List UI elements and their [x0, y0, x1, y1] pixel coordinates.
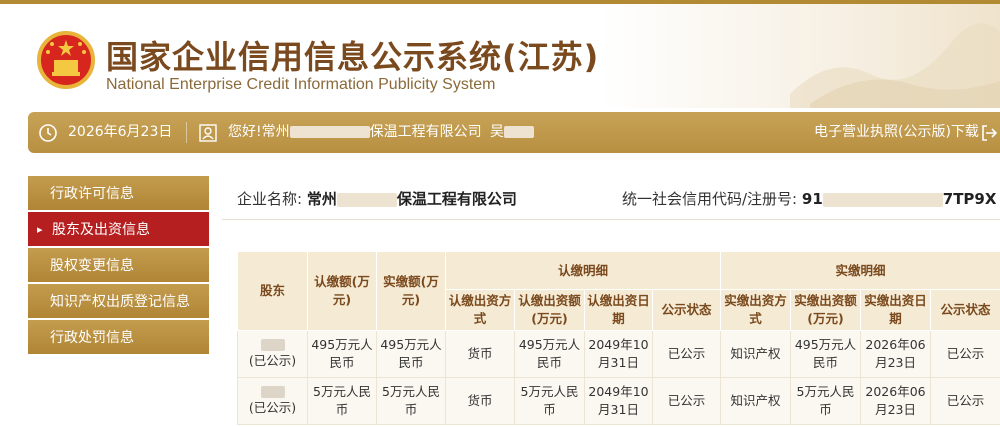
divider [222, 219, 1000, 220]
table-cell: 货币 [445, 330, 515, 378]
table-cell: 知识产权 [720, 377, 792, 425]
sidebar-nav: 行政许可信息 ▸ 股东及出资信息 股权变更信息 知识产权出质登记信息 行政处罚信… [28, 176, 209, 356]
sidebar-item-equity-change[interactable]: 股权变更信息 [28, 248, 209, 284]
col-header-sub-amount: 认缴出资额(万元) [514, 289, 585, 331]
site-title: 国家企业信用信息公示系统(江苏) [106, 38, 600, 76]
sidebar-item-admin-penalty[interactable]: 行政处罚信息 [28, 320, 209, 356]
group-header-sub-detail: 认缴明细 [444, 251, 722, 290]
redacted-text [822, 192, 943, 207]
sidebar-item-label: 股权变更信息 [50, 258, 134, 274]
shareholder-status-note: (已公示) [248, 399, 297, 415]
shareholder-cell: (已公示) [237, 330, 308, 378]
national-emblem-icon [37, 31, 95, 89]
sidebar-item-label: 行政许可信息 [50, 186, 134, 202]
shareholder-table: 股东 认缴额(万元) 实缴额(万元) 认缴明细 实缴明细 认缴出资方式 认缴出资… [237, 251, 1000, 425]
col-header-paid-amount: 实缴出资额(万元) [790, 289, 862, 331]
col-header-paid-date: 实缴出资日期 [860, 289, 932, 331]
col-header-subscribed: 认缴额(万元) [307, 251, 377, 331]
table-row: (已公示) 495万元人民币 495万元人民币 货币 495万元人民币 2049… [237, 330, 1000, 378]
credit-code-prefix: 91 [801, 190, 823, 208]
table-cell: 货币 [445, 377, 515, 425]
company-name-prefix: 常州 [306, 190, 337, 208]
sidebar-item-admin-license[interactable]: 行政许可信息 [28, 176, 209, 212]
table-cell: 已公示 [651, 330, 722, 378]
table-cell: 已公示 [930, 377, 1000, 425]
col-header-paid: 实缴额(万元) [376, 251, 446, 331]
user-extra-text: 吴 [490, 124, 504, 140]
company-name-line: 企业名称: 常州 保温工程有限公司 [237, 188, 517, 209]
site-header: 国家企业信用信息公示系统(江苏) National Enterprise Cre… [0, 4, 1000, 108]
table-cell: 已公示 [651, 377, 722, 425]
shareholder-status-note: (已公示) [248, 352, 297, 368]
table-cell: 2049年10月31日 [584, 377, 653, 425]
group-header-paid-detail: 实缴明细 [720, 251, 1000, 290]
great-wall-decoration [790, 23, 1000, 108]
user-greeting: 您好!常州 保温工程有限公司 [228, 112, 482, 153]
col-header-paid-status: 公示状态 [930, 289, 1000, 331]
sidebar-item-label: 股东及出资信息 [52, 222, 150, 238]
col-header-sub-method: 认缴出资方式 [445, 289, 515, 331]
table-cell: 495万元人民币 [307, 330, 377, 378]
table-cell: 5万元人民币 [376, 377, 446, 425]
company-name-suffix: 保温工程有限公司 [396, 190, 517, 208]
table-cell: 知识产权 [720, 330, 792, 378]
table-cell: 5万元人民币 [514, 377, 585, 425]
redacted-text [260, 338, 285, 351]
credit-code-line: 统一社会信用代码/注册号: 91 7TP9X [622, 188, 996, 209]
greeting-suffix: 保温工程有限公司 [369, 124, 482, 140]
company-name-label: 企业名称: [237, 190, 303, 208]
table-cell: 495万元人民币 [790, 330, 862, 378]
shareholder-cell: (已公示) [237, 377, 308, 425]
credit-code-suffix: 7TP9X [942, 190, 997, 208]
col-header-sub-date: 认缴出资日期 [584, 289, 653, 331]
license-download-link[interactable]: 电子营业执照(公示版)下载 [814, 112, 979, 153]
table-cell: 2026年06月23日 [860, 330, 932, 378]
redacted-text [504, 126, 534, 138]
table-cell: 2026年06月23日 [860, 377, 932, 425]
greeting-prefix: 您好!常州 [228, 124, 290, 140]
table-cell: 已公示 [930, 330, 1000, 378]
sidebar-item-label: 行政处罚信息 [50, 330, 134, 346]
user-extra: 吴 [490, 112, 534, 153]
redacted-text [289, 126, 370, 138]
sidebar-item-label: 知识产权出质登记信息 [50, 294, 190, 310]
table-cell: 495万元人民币 [376, 330, 446, 378]
clock-icon [39, 124, 57, 142]
table-cell: 5万元人民币 [307, 377, 377, 425]
divider [186, 122, 187, 143]
col-header-sub-status: 公示状态 [651, 289, 722, 331]
col-header-shareholder: 股东 [237, 251, 308, 331]
logout-icon[interactable] [980, 124, 998, 142]
table-cell: 495万元人民币 [514, 330, 585, 378]
sidebar-item-ip-pledge[interactable]: 知识产权出质登记信息 [28, 284, 209, 320]
redacted-text [336, 192, 397, 207]
table-row: (已公示) 5万元人民币 5万元人民币 货币 5万元人民币 2049年10月31… [237, 377, 1000, 425]
col-header-paid-method: 实缴出资方式 [720, 289, 792, 331]
redacted-text [260, 385, 285, 398]
credit-code-label: 统一社会信用代码/注册号: [622, 190, 798, 208]
table-cell: 2049年10月31日 [584, 330, 653, 378]
info-bar: 2026年6月23日 您好!常州 保温工程有限公司 吴 电子营业执照(公示版)下载 [28, 112, 1000, 153]
current-date: 2026年6月23日 [68, 124, 173, 140]
sidebar-item-shareholders[interactable]: ▸ 股东及出资信息 [28, 212, 209, 248]
chevron-right-icon: ▸ [37, 223, 43, 236]
table-cell: 5万元人民币 [790, 377, 862, 425]
user-icon [199, 124, 217, 142]
site-subtitle: National Enterprise Credit Information P… [106, 76, 496, 93]
